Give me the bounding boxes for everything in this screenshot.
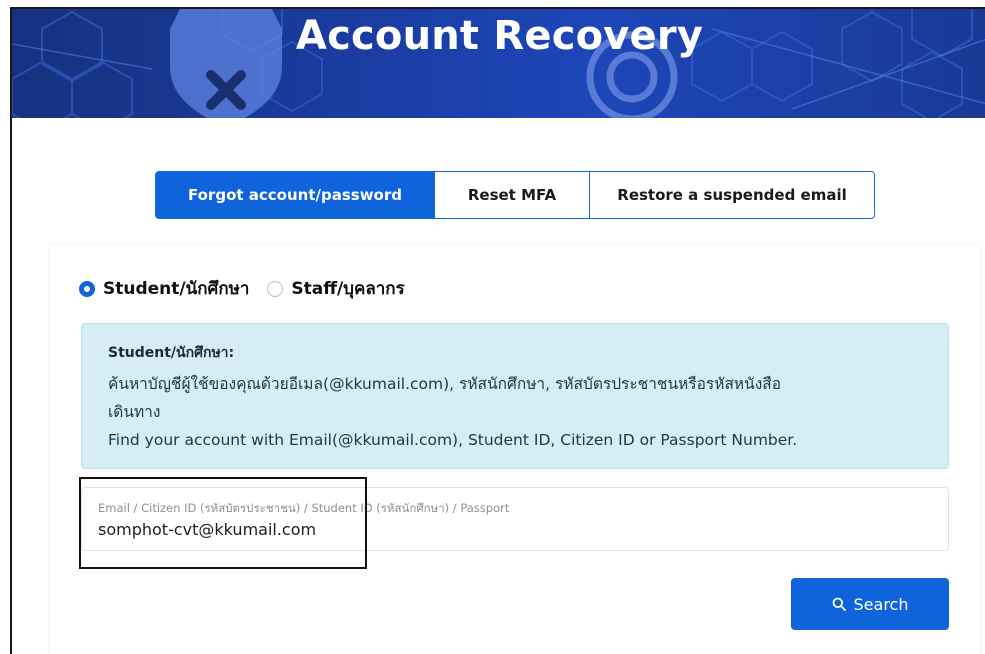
account-search-input[interactable] [98,520,798,539]
user-type-radio-group: Student/นักศึกษา Staff/บุคลากร [79,275,423,302]
tab-restore-email[interactable]: Restore a suspended email [589,172,874,218]
account-search-field: Email / Citizen ID (รหัสบัตรประชาชน) / S… [81,487,949,551]
info-alert: Student/นักศึกษา: ค้นหาบัญชีผู้ใช้ของคุณ… [81,323,949,469]
recovery-card: Student/นักศึกษา Staff/บุคลากร Student/น… [50,245,980,654]
info-heading: Student/นักศึกษา: [108,345,235,361]
page-title: Account Recovery [295,13,704,59]
search-icon [832,597,846,611]
info-text-thai: ค้นหาบัญชีผู้ใช้ของคุณด้วยอีเมล(@kkumail… [108,375,782,393]
radio-staff-label: Staff/บุคลากร [291,279,405,299]
header-banner: Account Recovery [12,9,985,118]
search-button-label: Search [853,594,909,614]
info-text-thai-cont: เดินทาง [108,403,161,421]
tab-reset-mfa[interactable]: Reset MFA [434,172,589,218]
radio-staff[interactable]: Staff/บุคลากร [267,275,405,302]
radio-student-label: Student/นักศึกษา [103,279,250,299]
info-text-english: Find your account with Email(@kkumail.co… [108,431,798,449]
recovery-tabs: Forgot account/password Reset MFA Restor… [155,171,875,219]
radio-unchecked-icon [267,280,284,297]
radio-student[interactable]: Student/นักศึกษา [79,275,249,302]
search-field-label: Email / Citizen ID (รหัสบัตรประชาชน) / S… [98,501,510,515]
radio-checked-icon [79,280,95,297]
search-button[interactable]: Search [791,578,949,630]
page-frame: Account Recovery Forgot account/password… [10,7,985,654]
tab-forgot-account[interactable]: Forgot account/password [156,172,434,218]
